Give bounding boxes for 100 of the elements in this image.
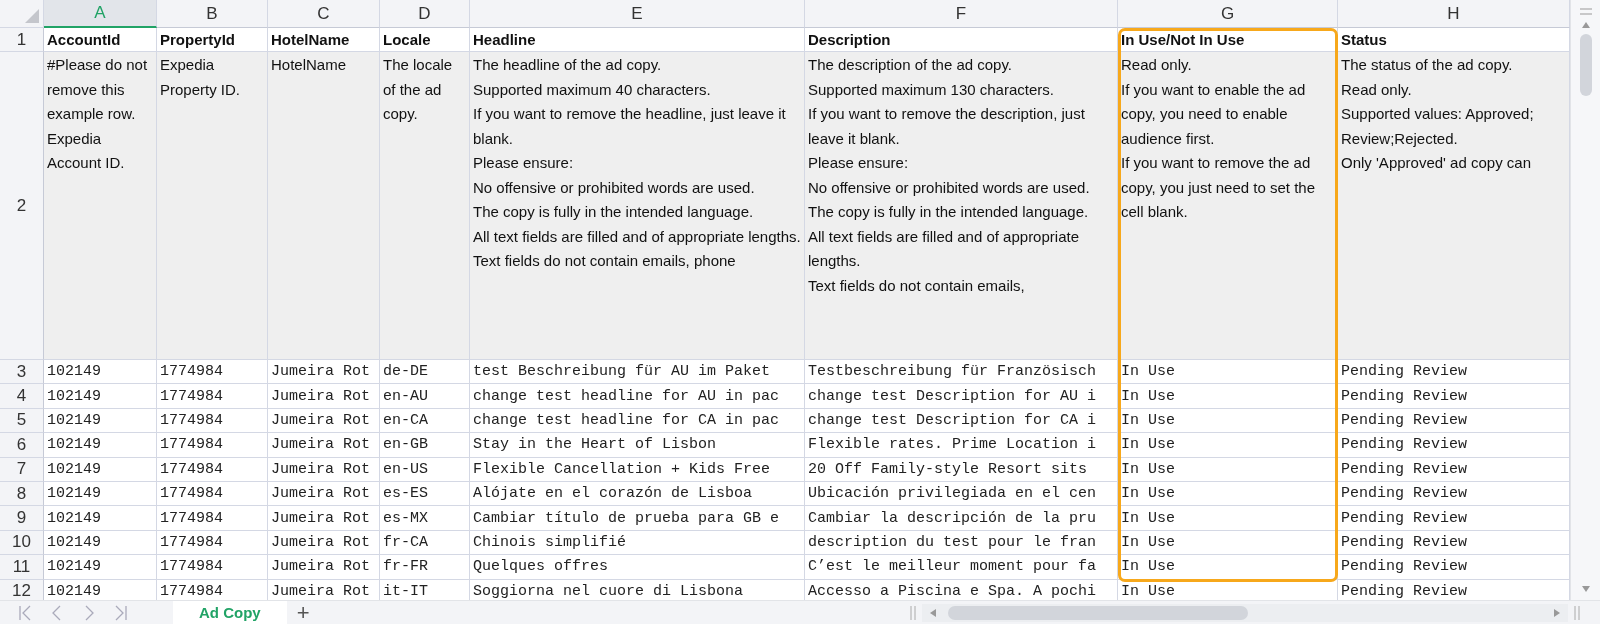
table-cell: 1774984 — [157, 408, 268, 434]
table-cell: #Please do not remove this example row. Expedia Account ID. — [44, 52, 157, 360]
row-header[interactable]: 5 — [0, 408, 44, 434]
table-cell: 102149 — [44, 530, 157, 556]
table-cell: 102149 — [44, 506, 157, 531]
scroll-up-icon[interactable] — [1581, 22, 1590, 28]
table-cell: change test Description for CA i — [805, 408, 1118, 434]
row-header[interactable]: 6 — [0, 433, 44, 458]
table-cell: description du test pour le fran — [805, 530, 1118, 556]
table-cell: Flexible Cancellation + Kids Free — [470, 457, 805, 482]
row-header[interactable]: 12 — [0, 579, 44, 600]
table-cell: 102149 — [44, 481, 157, 507]
table-cell: Stay in the Heart of Lisbon — [470, 433, 805, 458]
table-cell: 1774984 — [157, 481, 268, 507]
horizontal-scrollbar[interactable] — [922, 603, 1568, 622]
scroll-down-icon[interactable] — [1581, 586, 1590, 592]
table-cell: In Use — [1118, 506, 1338, 531]
table-cell: 1774984 — [157, 555, 268, 580]
table-cell: 1774984 — [157, 457, 268, 482]
row-header[interactable]: 4 — [0, 384, 44, 409]
table-cell: Alójate en el corazón de Lisboa — [470, 481, 805, 507]
table-cell: Read only. If you want to enable the ad copy, you need to enable audience first. If you want to remove the ad copy, you just need to set the cell blank. — [1118, 52, 1338, 360]
row-header[interactable]: 11 — [0, 555, 44, 580]
table-cell: In Use — [1118, 481, 1338, 507]
table-cell: C’est le meilleur moment pour fa — [805, 555, 1118, 580]
table-cell: 102149 — [44, 408, 157, 434]
table-cell: 102149 — [44, 555, 157, 580]
table-cell: 102149 — [44, 384, 157, 409]
table-cell: en-CA — [380, 408, 470, 434]
table-cell: Pending Review — [1338, 481, 1570, 507]
table-cell: Jumeira Rot — [268, 457, 380, 482]
column-header[interactable]: H — [1338, 0, 1570, 28]
table-cell: Pending Review — [1338, 384, 1570, 409]
row-header[interactable]: 2 — [0, 52, 44, 360]
table-cell: 102149 — [44, 433, 157, 458]
scroll-right-icon[interactable] — [1554, 608, 1560, 617]
table-cell: en-US — [380, 457, 470, 482]
table-cell: Expedia Property ID. — [157, 52, 268, 360]
table-cell: en-AU — [380, 384, 470, 409]
splitter-icon[interactable] — [910, 605, 916, 620]
table-cell: Jumeira Rot — [268, 555, 380, 580]
table-cell: change test Description for AU i — [805, 384, 1118, 409]
table-cell: fr-FR — [380, 555, 470, 580]
scroll-thumb[interactable] — [948, 605, 1248, 620]
row-header[interactable]: 8 — [0, 481, 44, 507]
table-cell: In Use — [1118, 360, 1338, 385]
table-cell: Jumeira Rot — [268, 506, 380, 531]
table-cell: In Use — [1118, 384, 1338, 409]
table-cell: Jumeira Rot — [268, 360, 380, 385]
table-cell: 102149 — [44, 360, 157, 385]
column-header[interactable]: E — [470, 0, 805, 28]
table-cell: In Use — [1118, 433, 1338, 458]
select-all-icon[interactable] — [25, 9, 39, 23]
vertical-scrollbar[interactable] — [1570, 0, 1600, 600]
table-cell: 1774984 — [157, 433, 268, 458]
table-cell: Testbeschreibung für Französisch — [805, 360, 1118, 385]
row-header[interactable]: 3 — [0, 360, 44, 385]
table-cell: de-DE — [380, 360, 470, 385]
row-header[interactable]: 1 — [0, 28, 44, 52]
last-sheet-icon[interactable] — [114, 604, 128, 621]
table-cell: en-GB — [380, 433, 470, 458]
row-header[interactable]: 9 — [0, 506, 44, 531]
table-cell: change test headline for AU in pac — [470, 384, 805, 409]
table-cell: Jumeira Rot — [268, 433, 380, 458]
table-cell: The locale of the ad copy. — [380, 52, 470, 360]
table-cell: Cambiar título de prueba para GB e — [470, 506, 805, 531]
table-cell: In Use — [1118, 555, 1338, 580]
table-cell: Pending Review — [1338, 408, 1570, 434]
table-cell: Pending Review — [1338, 457, 1570, 482]
table-cell: Ubicación privilegiada en el cen — [805, 481, 1118, 507]
table-cell: es-ES — [380, 481, 470, 507]
table-cell: test Beschreibung für AU im Paket — [470, 360, 805, 385]
scroll-left-icon[interactable] — [930, 608, 936, 617]
table-cell: 20 Off Family-style Resort sits — [805, 457, 1118, 482]
table-cell: Quelques offres — [470, 555, 805, 580]
table-cell: 1774984 — [157, 384, 268, 409]
column-header[interactable]: D — [380, 0, 470, 28]
table-cell: Cambiar la descripción de la pru — [805, 506, 1118, 531]
row-header[interactable]: 10 — [0, 530, 44, 556]
table-cell: HotelName — [268, 52, 380, 360]
table-cell: Jumeira Rot — [268, 408, 380, 434]
table-cell: Jumeira Rot — [268, 481, 380, 507]
first-sheet-icon[interactable] — [18, 604, 32, 621]
table-cell: Pending Review — [1338, 506, 1570, 531]
table-cell: The description of the ad copy. Supported maximum 130 characters. If you want to remove the description, just leave it blank. Please ensure: No offensive or prohibited words are used. The copy is fully in the intended language. All text fields are filled and of appropriate lengths. Text fields do not contain emails, — [805, 52, 1118, 360]
scroll-thumb[interactable] — [1579, 34, 1592, 96]
column-header[interactable]: G — [1118, 0, 1338, 28]
row-header[interactable]: 7 — [0, 457, 44, 482]
menu-icon[interactable] — [1578, 8, 1593, 16]
splitter-icon[interactable] — [1574, 605, 1580, 620]
column-header[interactable]: B — [157, 0, 268, 28]
add-sheet-button[interactable]: + — [296, 601, 310, 624]
table-cell: Pending Review — [1338, 433, 1570, 458]
table-cell: Pending Review — [1338, 530, 1570, 556]
column-header[interactable]: C — [268, 0, 380, 28]
column-header[interactable]: F — [805, 0, 1118, 28]
table-cell: The headline of the ad copy. Supported maximum 40 characters. If you want to remove the headline, just leave it blank. Please ensure: No offensive or prohibited words are used. The copy is fully in the intended language. All text fields are filled and of appropriate lengths. Text fields do not contain emails, phone — [470, 52, 805, 360]
table-cell: In Use — [1118, 457, 1338, 482]
table-cell: Flexible rates. Prime Location i — [805, 433, 1118, 458]
table-cell: change test headline for CA in pac — [470, 408, 805, 434]
